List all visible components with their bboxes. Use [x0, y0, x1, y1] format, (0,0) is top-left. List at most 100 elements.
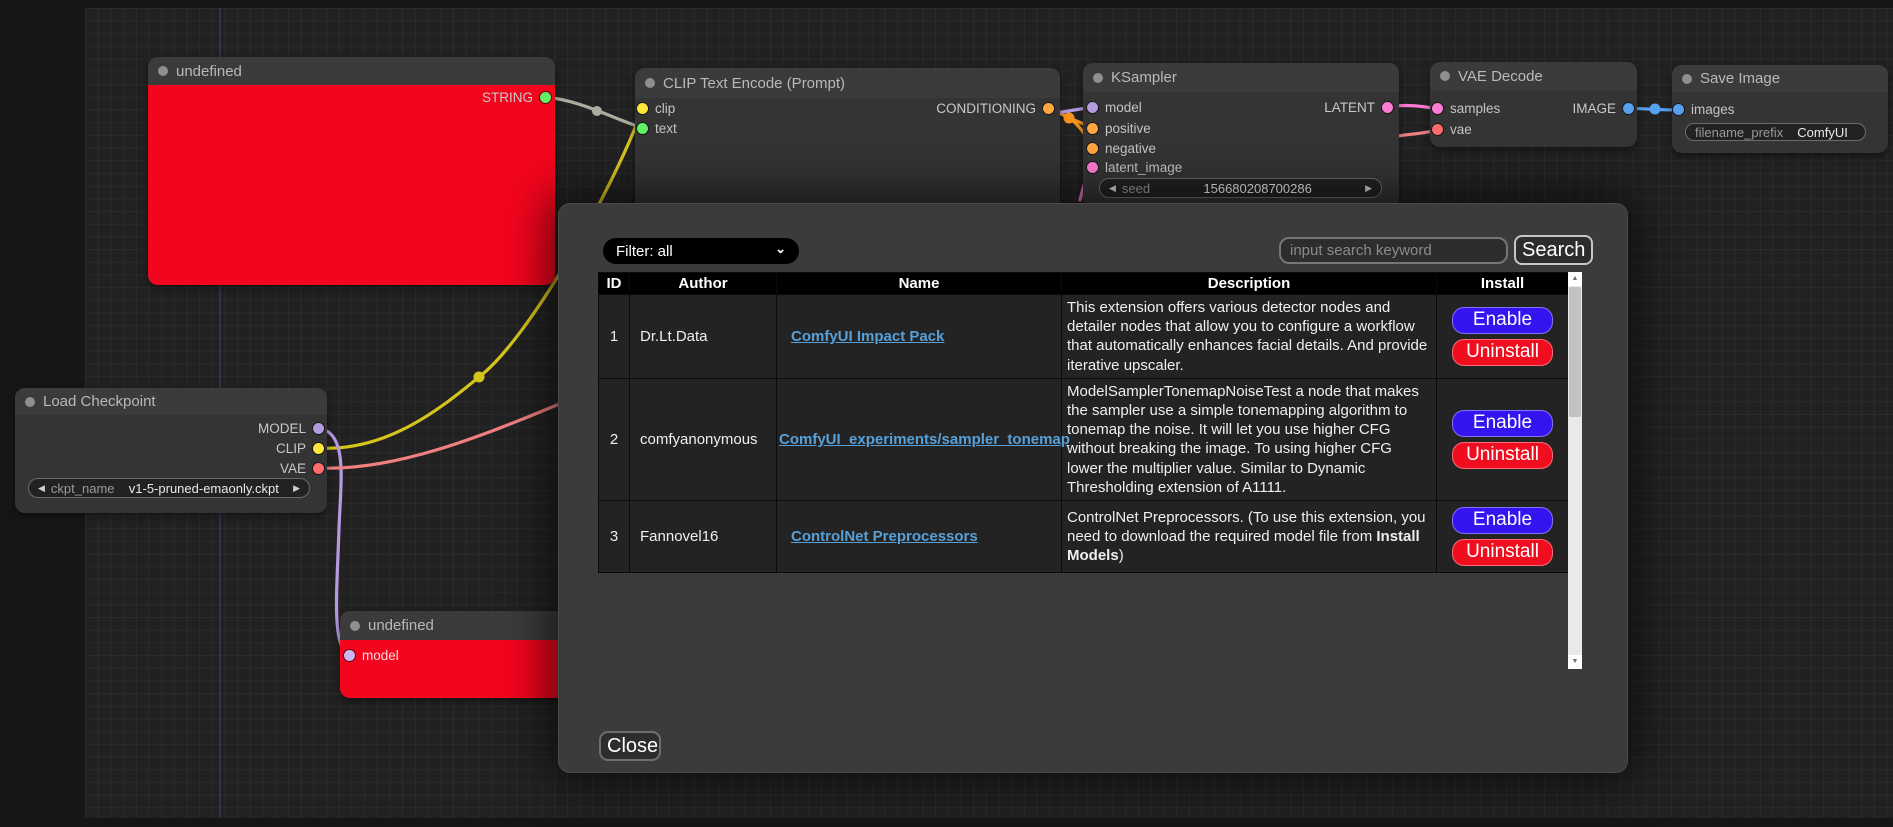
- col-header-name: Name: [777, 273, 1062, 295]
- node-load-checkpoint[interactable]: Load Checkpoint MODEL CLIP VAE ◀ ckpt_na…: [15, 388, 327, 513]
- output-slot-string[interactable]: STRING: [482, 90, 551, 104]
- slot-dot-clip[interactable]: [637, 103, 648, 114]
- scroll-up-icon[interactable]: ▲: [1568, 272, 1582, 286]
- node-status-icon: [158, 66, 168, 76]
- cell-id: 2: [599, 378, 630, 500]
- extension-link[interactable]: ComfyUI Impact Pack: [791, 328, 944, 345]
- col-header-id: ID: [599, 273, 630, 295]
- extension-table: ID Author Name Description Install 1 Dr.…: [598, 272, 1569, 573]
- table-row: 1 Dr.Lt.Data ComfyUI Impact Pack This ex…: [599, 295, 1569, 379]
- decrement-arrow-icon[interactable]: ◀: [1109, 184, 1116, 193]
- cell-description: ModelSamplerTonemapNoiseTest a node that…: [1062, 378, 1437, 500]
- input-slot-samples[interactable]: samples: [1432, 101, 1500, 115]
- cell-id: 1: [599, 295, 630, 379]
- slot-dot-text[interactable]: [637, 123, 648, 134]
- output-slot-vae[interactable]: VAE: [280, 461, 324, 475]
- node-status-icon: [645, 78, 655, 88]
- node-status-icon: [350, 621, 360, 631]
- table-row: 3 Fannovel16 ControlNet Preprocessors Co…: [599, 500, 1569, 572]
- table-header-row: ID Author Name Description Install: [599, 273, 1569, 295]
- input-slot-text[interactable]: text: [637, 121, 677, 135]
- input-slot-negative[interactable]: negative: [1087, 141, 1156, 155]
- slot-dot-samples[interactable]: [1432, 103, 1443, 114]
- slot-dot-model-in[interactable]: [344, 650, 355, 661]
- extension-link[interactable]: ControlNet Preprocessors: [791, 528, 978, 545]
- slot-dot-clip-out[interactable]: [313, 443, 324, 454]
- node-ksampler[interactable]: KSampler model positive negative latent_…: [1083, 63, 1399, 208]
- wire-dot-conditioning[interactable]: [1064, 113, 1075, 124]
- node-title: CLIP Text Encode (Prompt): [663, 75, 845, 92]
- slot-dot-model[interactable]: [1087, 102, 1098, 113]
- slot-dot-image[interactable]: [1623, 103, 1634, 114]
- wire-dot-clip[interactable]: [474, 372, 485, 383]
- comfyui-app: undefined STRING CLIP Text Encode (Promp…: [0, 0, 1893, 827]
- slot-dot-positive[interactable]: [1087, 123, 1098, 134]
- input-slot-model[interactable]: model: [1087, 100, 1142, 114]
- uninstall-button[interactable]: Uninstall: [1452, 539, 1553, 566]
- table-row: 2 comfyanonymous ComfyUI_experiments/sam…: [599, 378, 1569, 500]
- enable-button[interactable]: Enable: [1452, 507, 1553, 534]
- search-button[interactable]: Search: [1514, 235, 1593, 265]
- slot-dot-negative[interactable]: [1087, 143, 1098, 154]
- slot-dot-vae[interactable]: [1432, 124, 1443, 135]
- scroll-down-icon[interactable]: ▼: [1568, 655, 1582, 669]
- node-body-missing: [148, 85, 555, 285]
- col-header-author: Author: [630, 273, 777, 295]
- filter-dropdown-label: Filter: all: [616, 243, 673, 260]
- seed-widget[interactable]: ◀ seed 156680208700286 ▶: [1099, 178, 1382, 198]
- next-arrow-icon[interactable]: ▶: [293, 484, 300, 493]
- filename-prefix-widget[interactable]: filename_prefix ComfyUI: [1685, 123, 1866, 141]
- cell-description: This extension offers various detector n…: [1062, 295, 1437, 379]
- scrollbar-thumb[interactable]: [1569, 287, 1581, 417]
- input-slot-positive[interactable]: positive: [1087, 121, 1151, 135]
- input-slot-clip[interactable]: clip: [637, 101, 675, 115]
- cell-author: comfyanonymous: [630, 378, 777, 500]
- wire-dot-image[interactable]: [1650, 104, 1661, 115]
- cell-description: ControlNet Preprocessors. (To use this e…: [1062, 500, 1437, 572]
- slot-dot-images[interactable]: [1673, 104, 1684, 115]
- slot-dot-conditioning[interactable]: [1043, 103, 1054, 114]
- slot-dot-latent[interactable]: [1382, 102, 1393, 113]
- slot-dot-model-out[interactable]: [313, 423, 324, 434]
- node-save-image[interactable]: Save Image images filename_prefix ComfyU…: [1672, 65, 1888, 153]
- close-button[interactable]: Close: [599, 731, 661, 761]
- output-slot-clip[interactable]: CLIP: [276, 441, 324, 455]
- filter-dropdown[interactable]: Filter: all ⌄: [603, 238, 799, 264]
- slot-dot-string[interactable]: [540, 92, 551, 103]
- extension-manager-dialog: Filter: all ⌄ Search ID Author Name Desc…: [558, 203, 1628, 773]
- slot-dot-latent-image[interactable]: [1087, 162, 1098, 173]
- output-slot-image[interactable]: IMAGE: [1572, 101, 1634, 115]
- node-title: Load Checkpoint: [43, 393, 156, 410]
- output-slot-latent[interactable]: LATENT: [1324, 100, 1393, 114]
- node-title: KSampler: [1111, 69, 1177, 86]
- increment-arrow-icon[interactable]: ▶: [1365, 184, 1372, 193]
- input-slot-latent-image[interactable]: latent_image: [1087, 160, 1182, 174]
- prev-arrow-icon[interactable]: ◀: [38, 484, 45, 493]
- input-slot-model[interactable]: model: [344, 648, 399, 662]
- search-input[interactable]: [1279, 237, 1508, 264]
- ckpt-name-widget[interactable]: ◀ ckpt_name v1-5-pruned-emaonly.ckpt ▶: [28, 478, 310, 498]
- enable-button[interactable]: Enable: [1452, 307, 1553, 334]
- uninstall-button[interactable]: Uninstall: [1452, 339, 1553, 366]
- node-undefined-string[interactable]: undefined STRING: [148, 57, 555, 285]
- uninstall-button[interactable]: Uninstall: [1452, 442, 1553, 469]
- node-status-icon: [1440, 71, 1450, 81]
- output-slot-model[interactable]: MODEL: [258, 421, 324, 435]
- node-title: Save Image: [1700, 70, 1780, 87]
- node-title: undefined: [368, 617, 434, 634]
- output-slot-conditioning[interactable]: CONDITIONING: [936, 101, 1054, 115]
- node-vae-decode[interactable]: VAE Decode samples vae IMAGE: [1430, 62, 1637, 147]
- input-slot-images[interactable]: images: [1673, 102, 1735, 116]
- enable-button[interactable]: Enable: [1452, 410, 1553, 437]
- input-slot-vae[interactable]: vae: [1432, 122, 1472, 136]
- table-scrollbar[interactable]: ▲ ▼: [1568, 272, 1582, 669]
- wire-dot-string[interactable]: [592, 106, 602, 116]
- node-status-icon: [1093, 73, 1103, 83]
- extension-table-container: ID Author Name Description Install 1 Dr.…: [598, 272, 1582, 669]
- node-title: undefined: [176, 63, 242, 80]
- node-status-icon: [25, 397, 35, 407]
- col-header-description: Description: [1062, 273, 1437, 295]
- extension-link[interactable]: ComfyUI_experiments/sampler_tonemap: [779, 431, 1070, 448]
- wire-vae-left: [318, 397, 576, 468]
- slot-dot-vae-out[interactable]: [313, 463, 324, 474]
